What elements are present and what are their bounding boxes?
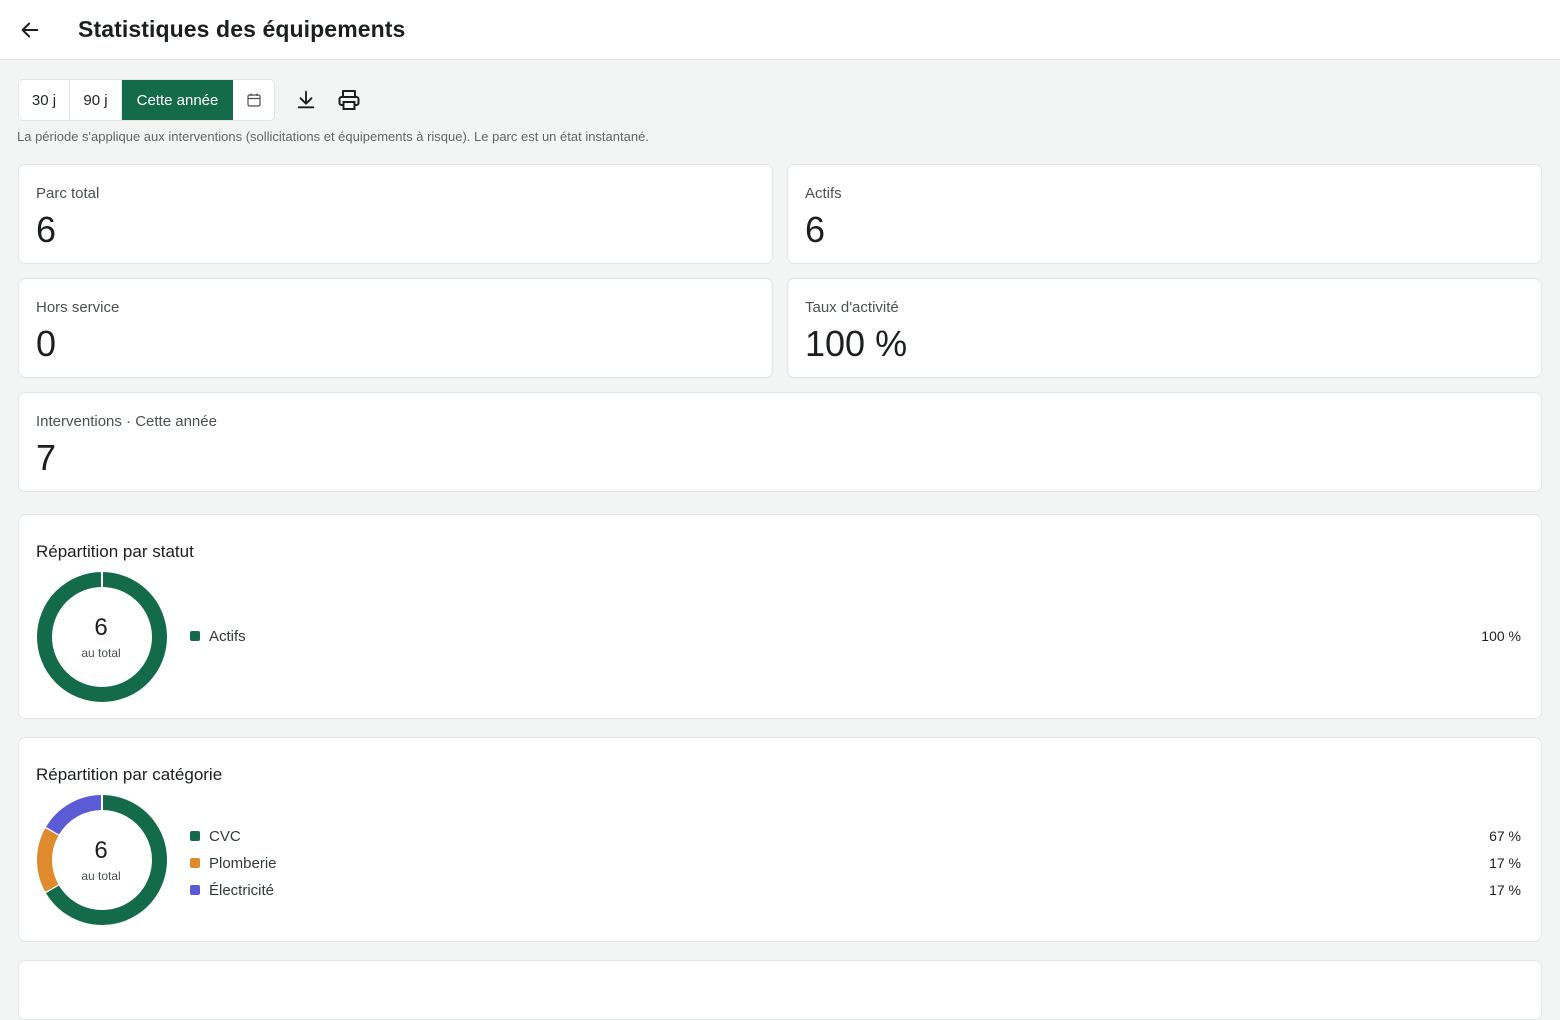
period-selector: 30 j 90 j Cette année [18,79,275,121]
next-section-card [18,960,1542,1020]
period-90-days-button[interactable]: 90 j [70,80,122,120]
donut-center: 6 au total [36,837,166,883]
period-hint: La période s'applique aux interventions … [17,129,649,144]
donut-total-label: au total [81,869,121,883]
print-button[interactable] [333,84,365,116]
period-this-year-button[interactable]: Cette année [122,80,233,120]
kpi-value: 0 [36,323,57,364]
kpi-value: 7 [36,437,57,478]
legend-swatch [190,885,200,895]
kpi-card-taux-activite: Taux d'activité 100 % [787,278,1542,378]
legend-swatch [190,631,200,641]
kpi-value: 6 [36,209,57,250]
donut-total-value: 6 [94,837,108,864]
arrow-left-icon [21,22,39,38]
calendar-icon [246,93,261,107]
kpi-value: 100 % [805,323,908,364]
download-icon [297,90,315,109]
section-title: Répartition par statut [36,542,194,561]
legend-swatch [190,858,200,868]
legend-percent: 100 % [1481,628,1521,644]
printer-icon [338,90,360,110]
kpi-card-hors-service: Hors service 0 [18,278,773,378]
kpi-label: Parc total [36,185,100,202]
category-breakdown-card: Répartition par catégorie 6 au total CVC… [18,737,1542,942]
legend-item: Actifs 100 % [190,626,1521,646]
page-title: Statistiques des équipements [78,16,406,42]
donut-total-value: 6 [94,614,108,641]
kpi-value: 6 [805,209,826,250]
legend-label: Actifs [209,627,246,645]
legend-swatch [190,831,200,841]
kpi-card-interventions: Interventions · Cette année 7 [18,392,1542,492]
top-bar: Statistiques des équipements [0,0,1560,60]
legend-item: Électricité 17 % [190,880,1521,900]
kpi-card-actifs: Actifs 6 [787,164,1542,264]
kpi-label: Interventions · Cette année [36,413,217,430]
legend-item: CVC 67 % [190,826,1521,846]
back-button[interactable] [12,12,48,48]
custom-period-button[interactable] [233,80,274,120]
kpi-label: Taux d'activité [805,299,899,316]
legend-label: Électricité [209,881,275,899]
donut-center: 6 au total [36,614,166,660]
legend-label: Plomberie [209,854,277,872]
kpi-card-parc-total: Parc total 6 [18,164,773,264]
status-breakdown-card: Répartition par statut 6 au total Actifs… [18,514,1542,719]
download-button[interactable] [290,84,322,116]
legend-percent: 67 % [1489,828,1521,844]
kpi-label: Actifs [805,185,842,202]
period-30-days-button[interactable]: 30 j [19,80,70,120]
donut-total-label: au total [81,646,121,660]
legend-item: Plomberie 17 % [190,853,1521,873]
section-title: Répartition par catégorie [36,765,223,784]
legend-percent: 17 % [1489,882,1521,898]
kpi-label: Hors service [36,299,120,316]
donut-slice-électricité [46,795,102,835]
legend-label: CVC [209,827,241,845]
legend-percent: 17 % [1489,855,1521,871]
